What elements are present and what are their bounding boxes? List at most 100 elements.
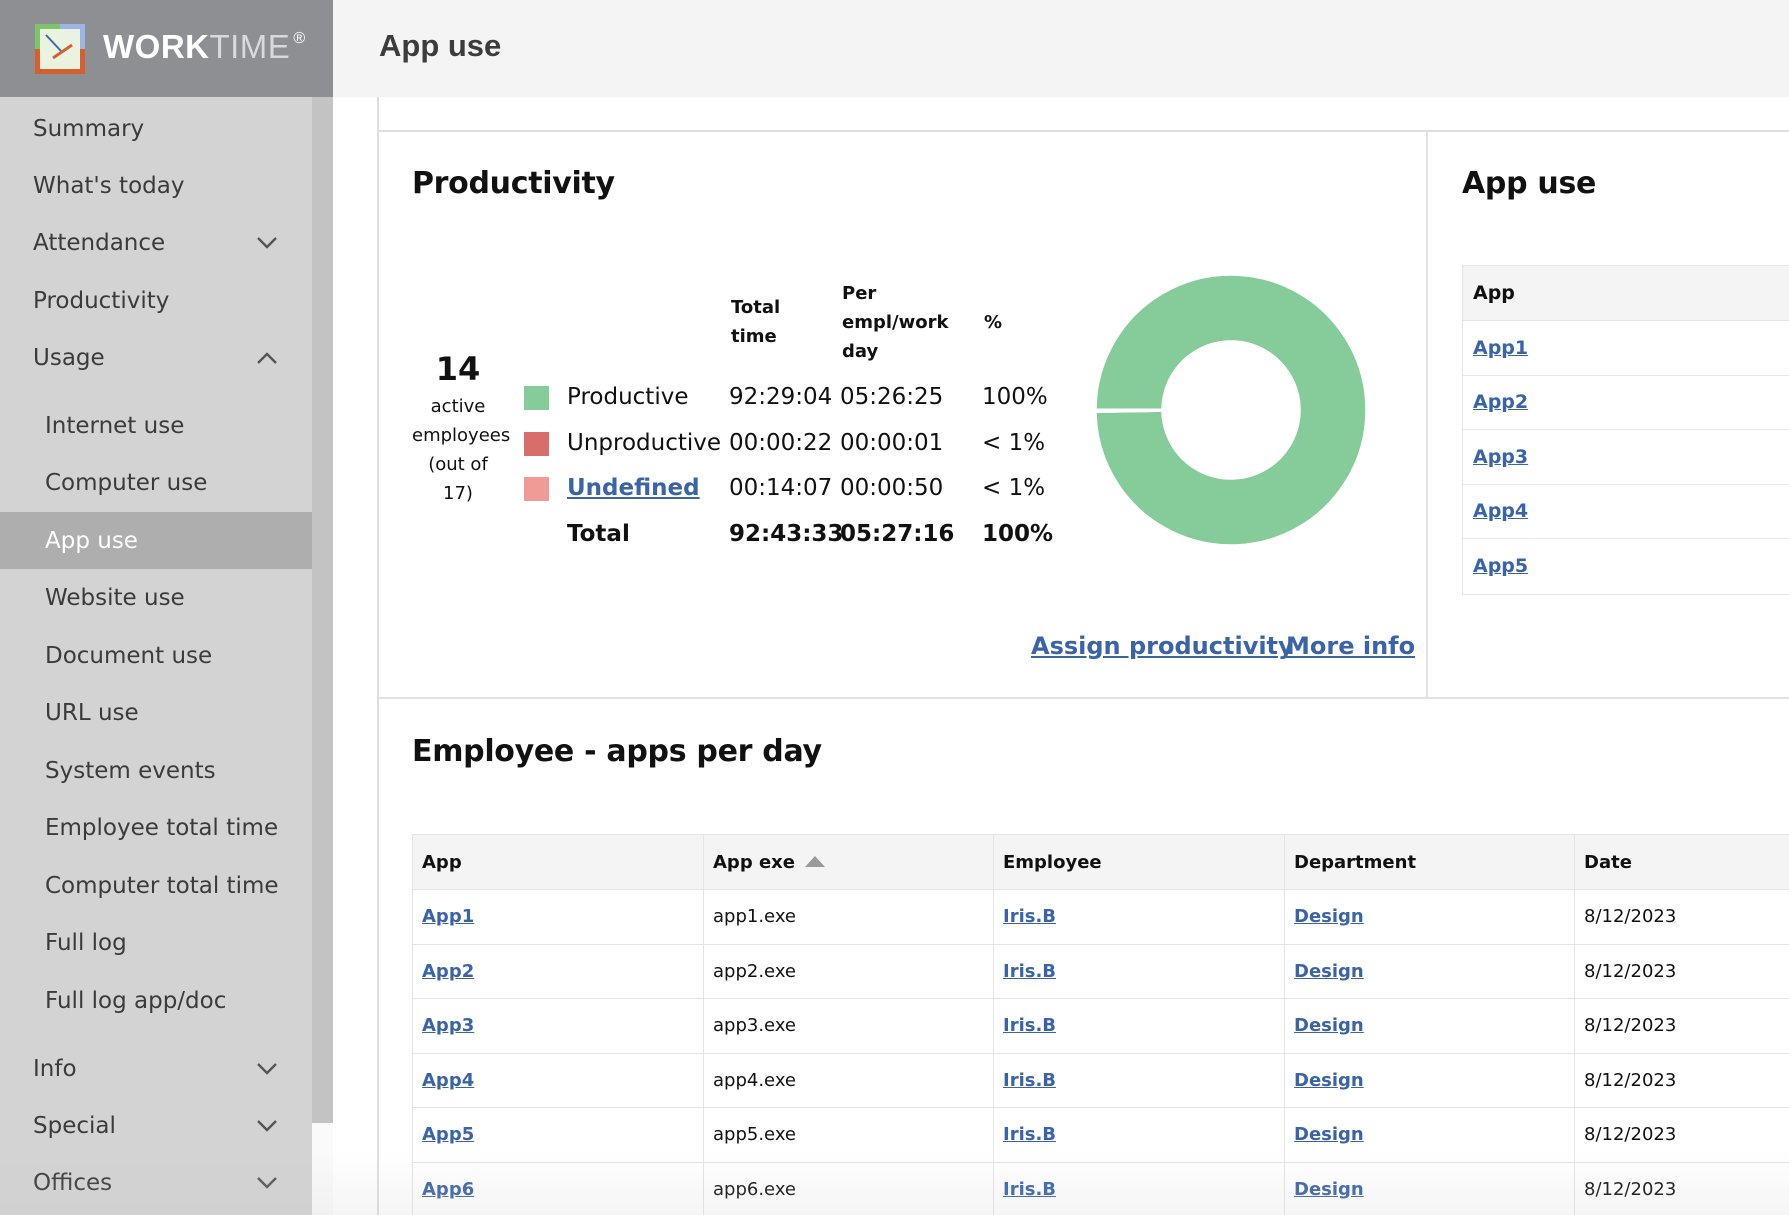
employee-link[interactable]: Iris.B — [1003, 1179, 1056, 1200]
sidebar-item-summary[interactable]: Summary — [0, 100, 312, 157]
column-header-app-exe[interactable]: App exe — [703, 834, 994, 890]
app-link[interactable]: App1 — [422, 906, 474, 927]
unproductive-color-swatch — [524, 432, 549, 456]
app-link[interactable]: App4 — [422, 1070, 474, 1091]
brand-name-light: TIME — [209, 28, 291, 65]
column-header-department[interactable]: Department — [1284, 834, 1575, 890]
department-link[interactable]: Design — [1294, 906, 1364, 927]
chevron-down-icon[interactable] — [256, 236, 278, 250]
app-link[interactable]: App1 — [1473, 337, 1528, 359]
undefined-link[interactable]: Undefined — [567, 475, 700, 501]
sidebar-item-system-events[interactable]: System events — [0, 742, 312, 799]
sidebar-item-offices[interactable]: Offices — [0, 1154, 312, 1211]
sidebar-item-label: Attendance — [33, 229, 166, 256]
page-header: App use — [333, 0, 1789, 97]
employee-link[interactable]: Iris.B — [1003, 1070, 1056, 1091]
sidebar-item-internet-use[interactable]: Internet use — [0, 397, 312, 454]
cell-exe: app1.exe — [703, 889, 994, 945]
cell-employee: Iris.B — [993, 998, 1285, 1054]
cell-date: 8/12/2023 — [1574, 943, 1789, 999]
app-exe: app3.exe — [713, 1015, 796, 1037]
sidebar-item-usage[interactable]: Usage — [0, 329, 312, 386]
cell-department: Design — [1284, 1107, 1575, 1163]
date: 8/12/2023 — [1584, 1124, 1677, 1146]
app-use-row: App3 — [1463, 430, 1789, 485]
department-link[interactable]: Design — [1294, 1124, 1364, 1145]
department-link[interactable]: Design — [1294, 1179, 1364, 1200]
total-label: Total — [567, 521, 630, 547]
cell-exe: app6.exe — [703, 1161, 994, 1215]
app-exe: app1.exe — [713, 906, 796, 928]
productivity-title: Productivity — [412, 166, 615, 201]
employee-link[interactable]: Iris.B — [1003, 1124, 1056, 1145]
app-link[interactable]: App3 — [1473, 446, 1528, 468]
app-exe: app5.exe — [713, 1124, 796, 1146]
sidebar-item-info[interactable]: Info — [0, 1040, 312, 1097]
row-per-employee: 00:00:50 — [840, 475, 944, 501]
employee-link[interactable]: Iris.B — [1003, 961, 1056, 982]
sidebar-scrollbar[interactable] — [312, 97, 333, 1123]
sidebar-item-employee-total-time[interactable]: Employee total time — [0, 799, 312, 856]
sidebar-item-full-log-app-doc[interactable]: Full log app/doc — [0, 972, 312, 1029]
sidebar-item-label: Document use — [45, 642, 213, 669]
sidebar-item-app-use[interactable]: App use — [0, 512, 312, 569]
brand-name-bold: WORK — [103, 28, 210, 65]
column-header-app[interactable]: App — [412, 834, 704, 890]
column-header-date[interactable]: Date — [1574, 834, 1789, 890]
sidebar-item-url-use[interactable]: URL use — [0, 684, 312, 741]
sidebar-item-what-s-today[interactable]: What's today — [0, 157, 312, 214]
app-link[interactable]: App6 — [422, 1179, 474, 1200]
table-row: App4 app4.exe Iris.B Design 8/12/2023 — [412, 1052, 1789, 1108]
app-link[interactable]: App2 — [422, 961, 474, 982]
assign-productivity-link[interactable]: Assign productivity — [1031, 632, 1294, 660]
undefined-color-swatch — [524, 477, 549, 501]
sidebar-item-full-log[interactable]: Full log — [0, 914, 312, 971]
sort-ascending-icon[interactable] — [805, 855, 825, 867]
sidebar-item-special[interactable]: Special — [0, 1097, 312, 1154]
cell-date: 8/12/2023 — [1574, 889, 1789, 945]
employee-link[interactable]: Iris.B — [1003, 906, 1056, 927]
sidebar-item-document-use[interactable]: Document use — [0, 627, 312, 684]
productivity-row-unproductive: Unproductive 00:00:22 00:00:01 < 1% — [520, 424, 1060, 464]
brand-name: WORKTIME ® — [103, 28, 306, 66]
app-use-column-header[interactable]: App — [1463, 266, 1789, 321]
sidebar-item-label: URL use — [45, 699, 139, 726]
sidebar-item-label: Full log — [45, 929, 127, 956]
active-employees-count: 14 — [435, 350, 481, 388]
chevron-down-icon[interactable] — [256, 1062, 278, 1076]
chevron-down-icon[interactable] — [256, 1176, 278, 1190]
app-link[interactable]: App4 — [1473, 500, 1528, 522]
productivity-row-undefined: Undefined 00:14:07 00:00:50 < 1% — [520, 469, 1060, 509]
app-link[interactable]: App5 — [422, 1124, 474, 1145]
department-link[interactable]: Design — [1294, 1015, 1364, 1036]
cell-exe: app4.exe — [703, 1052, 994, 1108]
sidebar-item-website-use[interactable]: Website use — [0, 569, 312, 626]
row-total-time: 00:00:22 — [729, 430, 833, 456]
department-link[interactable]: Design — [1294, 961, 1364, 982]
row-percent: < 1% — [982, 430, 1046, 456]
app-link[interactable]: App3 — [422, 1015, 474, 1036]
cell-employee: Iris.B — [993, 1161, 1285, 1215]
row-percent: < 1% — [982, 475, 1046, 501]
row-label: Unproductive — [567, 430, 722, 456]
sidebar-item-productivity[interactable]: Productivity — [0, 272, 312, 329]
sidebar-item-computer-use[interactable]: Computer use — [0, 454, 312, 511]
clock-logo-icon[interactable] — [35, 24, 85, 74]
app-link[interactable]: App5 — [1473, 555, 1528, 577]
sidebar-item-label: Internet use — [45, 412, 185, 439]
more-info-link[interactable]: More info — [1286, 632, 1415, 660]
sidebar-item-attendance[interactable]: Attendance — [0, 214, 312, 271]
app-link[interactable]: App2 — [1473, 391, 1528, 413]
cell-employee: Iris.B — [993, 1107, 1285, 1163]
department-link[interactable]: Design — [1294, 1070, 1364, 1091]
column-header-total-time: Total time — [731, 297, 781, 347]
chevron-up-icon[interactable] — [256, 351, 278, 365]
sidebar-item-label: Full log app/doc — [45, 987, 227, 1014]
productive-color-swatch — [524, 386, 549, 410]
sidebar-item-computer-total-time[interactable]: Computer total time — [0, 857, 312, 914]
column-header-employee[interactable]: Employee — [993, 834, 1285, 890]
cell-department: Design — [1284, 1161, 1575, 1215]
employee-link[interactable]: Iris.B — [1003, 1015, 1056, 1036]
table-row: App3 app3.exe Iris.B Design 8/12/2023 — [412, 998, 1789, 1054]
chevron-down-icon[interactable] — [256, 1119, 278, 1133]
